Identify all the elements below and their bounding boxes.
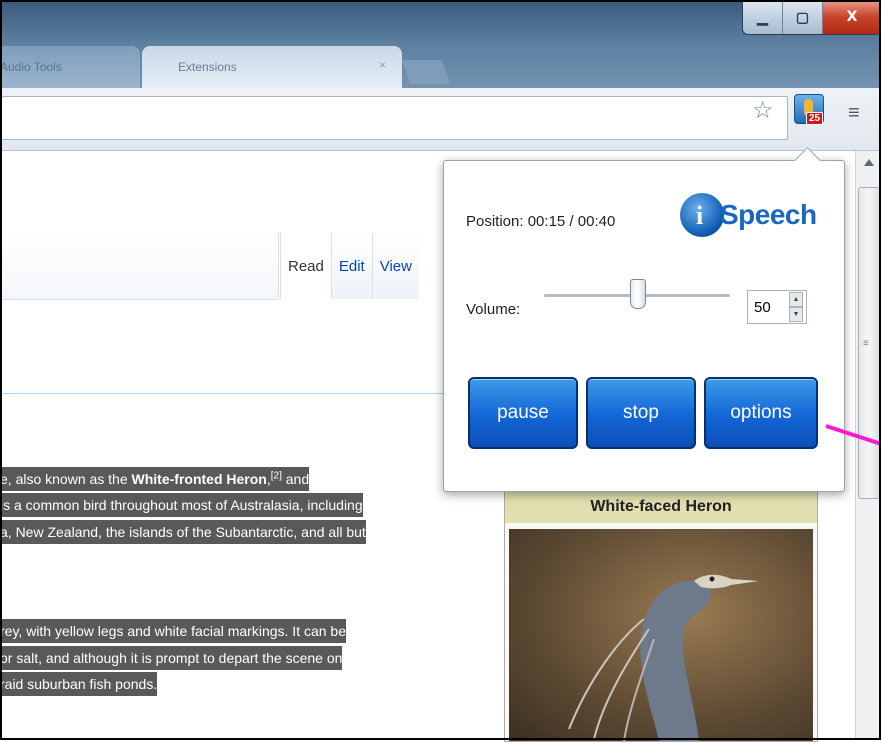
infobox: White-faced Heron bbox=[504, 490, 818, 742]
tab-label: Extensions bbox=[178, 60, 237, 74]
text-run: or salt, and although it is prompt to de… bbox=[0, 649, 343, 666]
ispeech-logo: i Speech bbox=[676, 183, 826, 249]
ispeech-popup: Position: 00:15 / 00:40 i Speech Volume:… bbox=[443, 147, 845, 492]
window-titlebar: Audio Tools Extensions × ▁ ▢ X bbox=[0, 0, 881, 95]
bookmark-star-icon[interactable]: ☆ bbox=[752, 96, 774, 125]
heron-illustration bbox=[568, 574, 759, 741]
maximize-button[interactable]: ▢ bbox=[783, 0, 823, 34]
highlighted-text: e, also known as the White-fronted Heron… bbox=[0, 466, 366, 544]
address-bar[interactable] bbox=[0, 96, 788, 140]
extension-badge: 25 bbox=[806, 112, 824, 125]
browser-toolbar: ☆ 25 ≡ bbox=[0, 88, 881, 151]
highlighted-text: rey, with yellow legs and white facial m… bbox=[0, 619, 347, 696]
text-run: raid suburban fish ponds. bbox=[0, 676, 158, 692]
browser-tab-1[interactable]: Audio Tools bbox=[0, 46, 140, 90]
text-run: rey, with yellow legs and white facial m… bbox=[0, 623, 347, 639]
logo-i: i bbox=[696, 201, 704, 230]
article-paragraph-2: rey, with yellow legs and white facial m… bbox=[0, 618, 520, 698]
stepper-up-icon[interactable]: ▲ bbox=[789, 292, 803, 307]
scrollbar-thumb[interactable]: ≡ bbox=[858, 187, 880, 499]
tab-view[interactable]: View bbox=[371, 233, 419, 299]
pause-button[interactable]: pause bbox=[468, 377, 578, 449]
ispeech-extension-button[interactable]: 25 bbox=[792, 94, 828, 134]
position-value: 00:15 / 00:40 bbox=[527, 213, 616, 230]
page-header-area bbox=[0, 233, 279, 300]
text-run: e, also known as the bbox=[0, 470, 132, 487]
heron-photo bbox=[509, 529, 813, 741]
minimize-button[interactable]: ▁ bbox=[743, 0, 783, 34]
infobox-title: White-faced Heron bbox=[505, 491, 817, 523]
position-label: Position: bbox=[466, 213, 524, 230]
text-run: is a common bird throughout most of Aust… bbox=[0, 497, 363, 514]
vertical-scrollbar[interactable]: ≡ bbox=[855, 151, 881, 740]
logo-text: Speech bbox=[720, 199, 817, 230]
volume-stepper[interactable]: ▲ ▼ bbox=[789, 292, 803, 322]
tab-read[interactable]: Read bbox=[280, 233, 331, 299]
close-button[interactable]: X bbox=[823, 0, 881, 34]
tab-edit[interactable]: Edit bbox=[330, 233, 372, 299]
browser-tab-2[interactable]: Extensions × bbox=[142, 46, 402, 90]
tab-label: Audio Tools bbox=[0, 60, 62, 74]
position-readout: Position: 00:15 / 00:40 bbox=[466, 213, 615, 230]
options-button[interactable]: options bbox=[704, 377, 818, 449]
grip-icon: ≡ bbox=[863, 338, 869, 349]
stop-button[interactable]: stop bbox=[586, 377, 696, 449]
citation-superscript[interactable]: [2] bbox=[271, 470, 282, 481]
text-run: and bbox=[281, 470, 310, 487]
new-tab-button[interactable] bbox=[401, 60, 451, 84]
volume-slider-handle[interactable] bbox=[630, 279, 646, 309]
window-controls: ▁ ▢ X bbox=[742, 0, 881, 35]
text-run: a, New Zealand, the islands of the Suban… bbox=[0, 523, 366, 540]
menu-icon[interactable]: ≡ bbox=[848, 102, 860, 125]
divider bbox=[0, 393, 470, 394]
bold-term: White-fronted Heron bbox=[131, 470, 267, 487]
tab-close-icon[interactable]: × bbox=[379, 58, 386, 72]
scroll-up-icon[interactable] bbox=[864, 159, 874, 166]
article-paragraph-1: e, also known as the White-fronted Heron… bbox=[0, 463, 520, 545]
stepper-down-icon[interactable]: ▼ bbox=[789, 307, 803, 322]
volume-label: Volume: bbox=[466, 301, 521, 318]
article-nav-tabs: Read Edit View bbox=[280, 233, 419, 299]
